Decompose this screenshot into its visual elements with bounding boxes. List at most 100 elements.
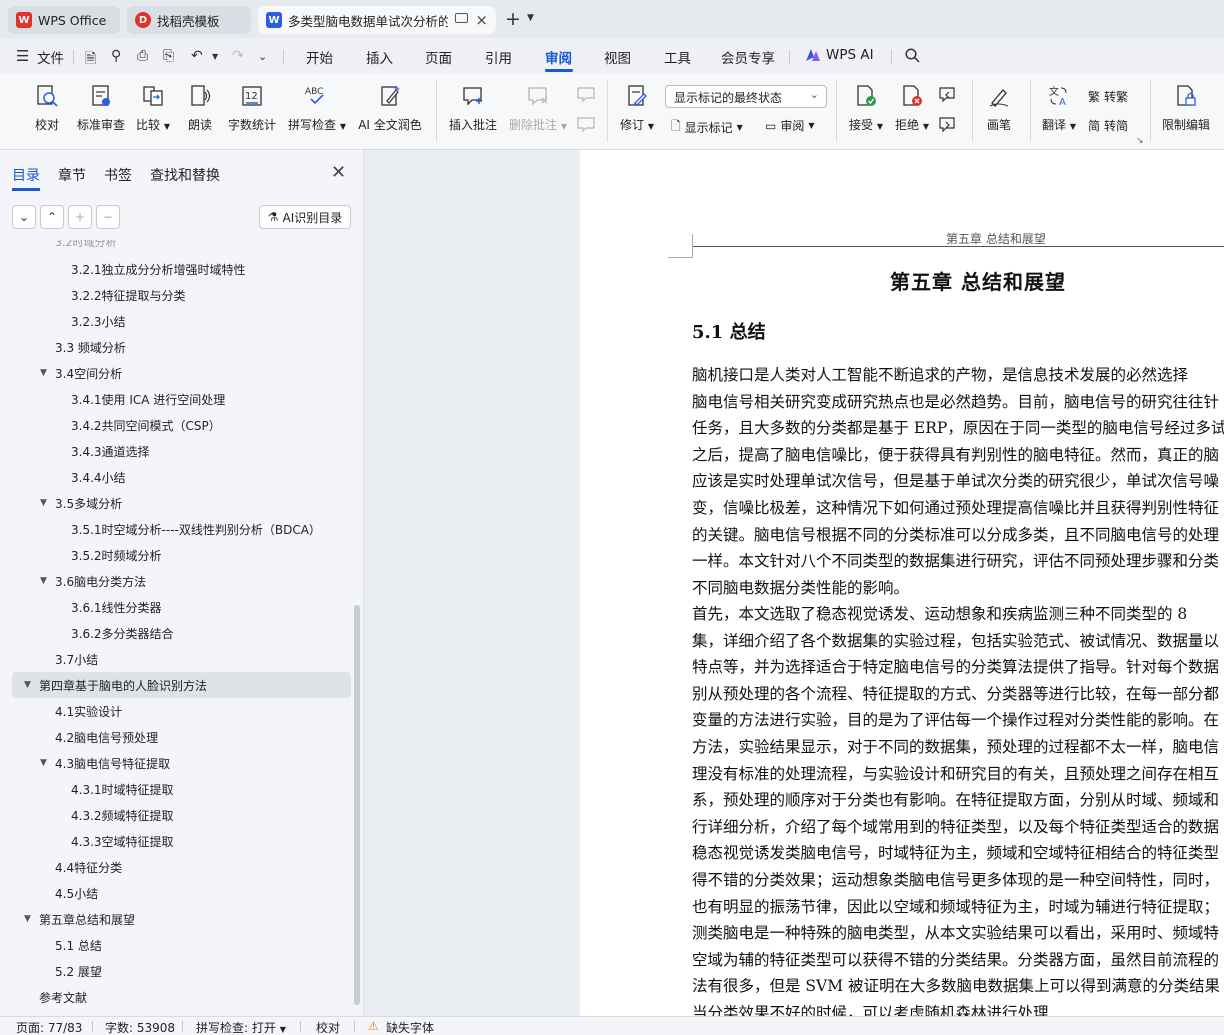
tab-wps-office[interactable]: W WPS Office [8, 6, 120, 34]
toc-item[interactable]: 3.4.4小结 [0, 464, 352, 490]
spell-check-button[interactable]: ABC 拼写检查 ▼ [287, 82, 347, 133]
expand-caret-icon[interactable]: ▼ [24, 680, 31, 690]
print-preview-icon[interactable]: ⎘ [163, 48, 174, 64]
toc-scrollbar[interactable] [354, 605, 360, 1005]
tab-list-chevron-icon[interactable]: ▼ [527, 13, 534, 23]
review-pane-button[interactable]: ▭ 审阅 ▼ [765, 117, 815, 134]
word-count-indicator[interactable]: 字数: 53908 [105, 1019, 175, 1035]
toc-item[interactable]: ▼ 3.4空间分析 [0, 360, 352, 386]
menu-member[interactable]: 会员专享 [721, 47, 775, 67]
expand-caret-icon[interactable]: ▼ [40, 758, 47, 768]
pen-button[interactable]: 画笔 [980, 82, 1018, 133]
expand-all-button[interactable]: ⌄ [12, 205, 36, 229]
toc-item[interactable]: 5.1 总结 [0, 932, 352, 958]
show-markup-button[interactable]: 🗋 显示标记 ▼ [671, 117, 743, 138]
word-count-button[interactable]: 12 字数统计 [227, 82, 277, 133]
expand-caret-icon[interactable]: ▼ [40, 576, 47, 586]
ai-recognize-toc-button[interactable]: ⚗ AI识别目录 [259, 205, 351, 229]
close-pane-icon[interactable]: ✕ [331, 162, 346, 183]
toc-item[interactable]: 4.3.2频域特征提取 [0, 802, 352, 828]
nav-tab-chapters[interactable]: 章节 [58, 165, 86, 185]
toc-item[interactable]: 3.4.3通道选择 [0, 438, 352, 464]
to-simplified-button[interactable]: 简 转简 [1088, 117, 1128, 134]
spell-check-indicator[interactable]: 拼写检查: 打开 ▼ [196, 1019, 286, 1035]
insert-comment-button[interactable]: 插入批注 [448, 82, 498, 133]
menu-wps-ai[interactable]: WPS AI [826, 47, 874, 63]
more-chevron-icon[interactable]: ⌄ [258, 50, 267, 63]
nav-tab-toc[interactable]: 目录 [12, 165, 40, 185]
toc-item[interactable]: 5.2 展望 [0, 958, 352, 984]
toc-item[interactable]: 3.2.1独立成分分析增强时域特性 [0, 256, 352, 282]
menu-insert[interactable]: 插入 [366, 47, 393, 67]
link-icon[interactable]: ⚲ [111, 48, 121, 64]
read-aloud-button[interactable]: 朗读 [182, 82, 218, 133]
new-tab-plus-icon[interactable]: + [505, 8, 521, 30]
undo-dropdown-icon[interactable]: ▼ [212, 52, 218, 61]
markup-mode-select[interactable]: 显示标记的最终状态 ⌄ [665, 85, 827, 108]
save-icon[interactable]: 🗎 [85, 48, 96, 72]
toc-item[interactable]: ▼ 3.6脑电分类方法 [0, 568, 352, 594]
toc-item[interactable]: 3.5.2时频域分析 [0, 542, 352, 568]
menu-page[interactable]: 页面 [425, 47, 452, 67]
toc-item[interactable]: 4.1实验设计 [0, 698, 352, 724]
monitor-icon[interactable] [455, 13, 468, 23]
remove-heading-button[interactable]: − [96, 205, 120, 229]
menu-review[interactable]: 审阅 [545, 47, 572, 67]
toc-item[interactable]: 3.4.1使用 ICA 进行空间处理 [0, 386, 352, 412]
print-icon[interactable]: ⎙ [137, 48, 148, 64]
toc-item[interactable]: 4.5小结 [0, 880, 352, 906]
toc-item[interactable]: ▼ 4.3脑电信号特征提取 [0, 750, 352, 776]
toc-item[interactable]: 4.2脑电信号预处理 [0, 724, 352, 750]
toc-item[interactable]: 4.3.3空域特征提取 [0, 828, 352, 854]
accept-button[interactable]: 接受 ▼ [846, 82, 886, 133]
toc-item[interactable]: 3.3 频域分析 [0, 334, 352, 360]
missing-font-indicator[interactable]: 缺失字体 [386, 1019, 434, 1035]
toc-item[interactable]: ▼ 第五章总结和展望 [0, 906, 352, 932]
toc-item[interactable]: 3.4.2共同空间模式（CSP） [0, 412, 352, 438]
restrict-edit-button[interactable]: 限制编辑 [1160, 82, 1212, 133]
standard-review-button[interactable]: 标准审查 [75, 82, 127, 133]
close-tab-icon[interactable]: × [475, 11, 488, 29]
translate-button[interactable]: 文A 翻译 ▼ [1038, 82, 1080, 133]
toc-item[interactable]: 3.6.1线性分类器 [0, 594, 352, 620]
search-icon[interactable] [905, 48, 920, 67]
track-changes-button[interactable]: 修订 ▼ [617, 82, 657, 133]
previous-change-icon[interactable] [938, 86, 958, 107]
menu-home[interactable]: 开始 [306, 47, 333, 67]
add-heading-button[interactable]: + [68, 205, 92, 229]
nav-tab-find-replace[interactable]: 查找和替换 [150, 165, 220, 185]
collapse-all-button[interactable]: ⌃ [40, 205, 64, 229]
toc-item[interactable]: 3.5.1时空域分析----双线性判别分析（BDCA） [0, 516, 352, 542]
document-page[interactable]: 第五章 总结和展望 第五章 总结和展望 5.1 总结 脑机接口是人类对人工智能不… [580, 150, 1224, 1016]
hamburger-menu-icon[interactable]: ☰ [16, 47, 29, 65]
toc-item[interactable]: 参考文献 [0, 984, 352, 1010]
expand-caret-icon[interactable]: ▼ [40, 498, 47, 508]
ai-polish-button[interactable]: AI 全文润色 [356, 82, 424, 133]
menu-file[interactable]: 文件 [37, 47, 64, 67]
proofread-indicator[interactable]: 校对 [316, 1019, 340, 1035]
dialog-launcher-icon[interactable]: ↘ [1136, 136, 1144, 146]
menu-view[interactable]: 视图 [604, 47, 631, 67]
toc-item[interactable]: 3.2.2特征提取与分类 [0, 282, 352, 308]
tab-docer-templates[interactable]: D 找稻壳模板 [127, 6, 251, 34]
page-indicator[interactable]: 页面: 77/83 [16, 1019, 82, 1035]
menu-tools[interactable]: 工具 [664, 47, 691, 67]
tab-current-document[interactable]: W 多类型脑电数据单试次分析的 × [258, 6, 496, 34]
toc-item[interactable]: 3.6.2多分类器结合 [0, 620, 352, 646]
expand-caret-icon[interactable]: ▼ [24, 914, 31, 924]
next-change-icon[interactable] [938, 116, 958, 137]
toc-item[interactable]: 4.3.1时域特征提取 [0, 776, 352, 802]
nav-tab-bookmarks[interactable]: 书签 [104, 165, 132, 185]
undo-icon[interactable]: ↶ [191, 48, 203, 64]
toc-item[interactable]: ▼ 第四章基于脑电的人脸识别方法 [12, 672, 351, 698]
toc-item[interactable]: 4.4特征分类 [0, 854, 352, 880]
toc-item[interactable]: 3.2.3小结 [0, 308, 352, 334]
to-traditional-button[interactable]: 繁 转繁 [1088, 88, 1128, 105]
expand-caret-icon[interactable]: ▼ [40, 368, 47, 378]
toc-item[interactable]: ▼ 3.5多域分析 [0, 490, 352, 516]
compare-button[interactable]: 比较 ▼ [135, 82, 171, 133]
toc-item[interactable]: 3.7小结 [0, 646, 352, 672]
menu-references[interactable]: 引用 [485, 47, 512, 67]
proofread-button[interactable]: 校对 [28, 82, 66, 133]
reject-button[interactable]: 拒绝 ▼ [892, 82, 932, 133]
